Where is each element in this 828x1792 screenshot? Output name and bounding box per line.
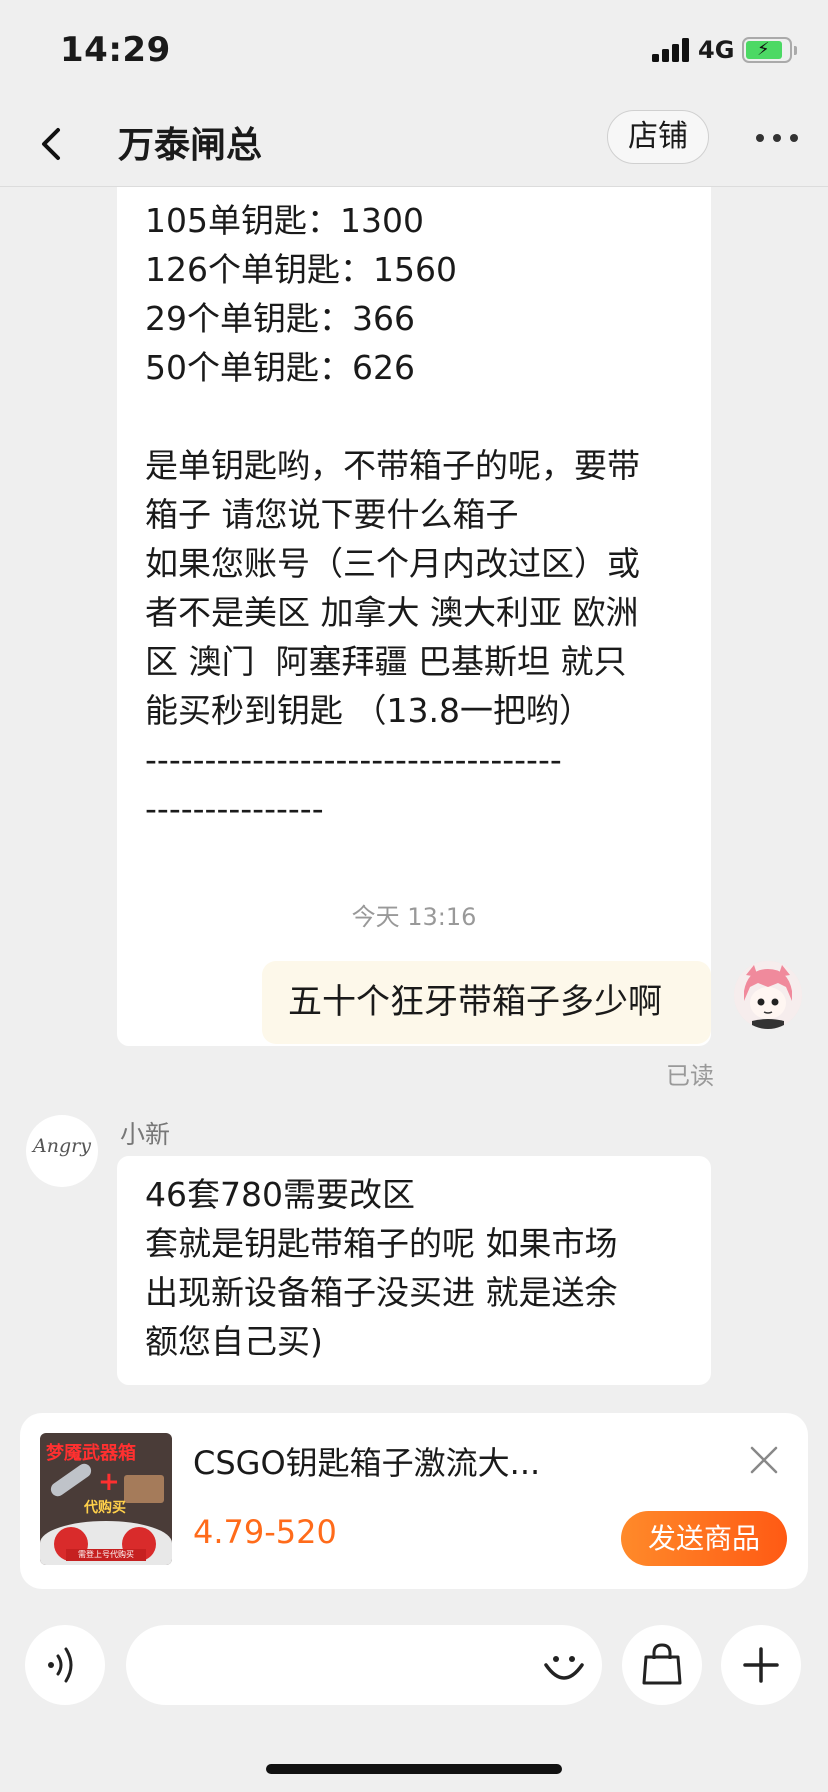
thumb-footer: 需登上号代购买	[66, 1549, 146, 1561]
voice-icon	[48, 1647, 73, 1683]
close-button[interactable]	[747, 1443, 781, 1477]
message-line: 如果您账号（三个月内改过区）或	[145, 544, 640, 583]
battery-icon: ⚡	[742, 37, 797, 63]
thumb-subtitle: 代购买	[84, 1500, 126, 1516]
shopping-bag-icon	[642, 1643, 682, 1685]
message-line: -----------------------------------	[145, 740, 562, 779]
product-card[interactable]: 梦魇武器箱 + 代购买 需登上号代购买 CSGO钥匙箱子激流大... 4.79-…	[20, 1413, 808, 1589]
chat-area[interactable]: 84个单钥匙：1040 105单钥匙：1300 126个单钥匙：1560 29个…	[0, 187, 828, 1393]
network-type: 4G	[698, 36, 735, 64]
message-line: 50个单钥匙：626	[145, 348, 415, 387]
message-line: 出现新设备箱子没买进 就是送余	[145, 1273, 618, 1312]
chat-timestamp: 今天 13:16	[351, 903, 477, 931]
message-line: 46套780需要改区	[145, 1175, 415, 1214]
more-button[interactable]	[752, 118, 802, 158]
emoji-button[interactable]	[524, 1625, 604, 1705]
product-thumbnail[interactable]: 梦魇武器箱 + 代购买 需登上号代购买	[40, 1433, 172, 1565]
input-bar	[0, 1621, 828, 1792]
message-line: 者不是美区 加拿大 澳大利亚 欧洲	[145, 593, 639, 632]
my-avatar[interactable]	[734, 961, 802, 1029]
more-options-button[interactable]	[721, 1625, 801, 1705]
message-line: 29个单钥匙：366	[145, 299, 415, 338]
anime-avatar-icon	[734, 961, 802, 1029]
send-product-button[interactable]: 发送商品	[621, 1511, 787, 1566]
close-icon	[750, 1446, 778, 1474]
status-time: 14:29	[60, 30, 171, 70]
page-title: 万泰闸总	[118, 125, 263, 166]
sender-name: 小新	[120, 1120, 171, 1149]
key-icon	[48, 1461, 94, 1499]
status-bar: 14:29 4G ⚡	[0, 0, 828, 100]
case-icon	[124, 1475, 164, 1503]
seller-reply-bubble: 46套780需要改区 套就是钥匙带箱子的呢 如果市场 出现新设备箱子没买进 就是…	[117, 1156, 711, 1385]
seller-avatar-text: Angry	[33, 1135, 91, 1157]
message-line: 区 澳门 阿塞拜疆 巴基斯坦 就只	[145, 642, 627, 681]
thumb-title: 梦魇武器箱	[46, 1443, 136, 1464]
message-line: 126个单钥匙：1560	[145, 250, 457, 289]
product-title[interactable]: CSGO钥匙箱子激流大...	[193, 1438, 540, 1484]
message-line: 套就是钥匙带箱子的呢 如果市场	[145, 1224, 618, 1263]
signal-icon	[652, 38, 692, 62]
emoji-icon	[544, 1656, 584, 1680]
product-price: 4.79-520	[193, 1513, 337, 1551]
shop-bag-button[interactable]	[622, 1625, 702, 1705]
home-indicator[interactable]	[266, 1764, 562, 1774]
message-line: ---------------	[145, 789, 324, 828]
thumb-plus-icon: +	[98, 1467, 120, 1497]
read-status: 已读	[666, 1062, 714, 1090]
message-line: 105单钥匙：1300	[145, 201, 424, 240]
message-line: 能买秒到钥匙 （13.8一把哟）	[145, 691, 592, 730]
chevron-left-icon	[42, 128, 60, 160]
seller-avatar[interactable]: Angry	[26, 1115, 98, 1187]
message-line: 84个单钥匙：1040	[145, 187, 683, 196]
message-line	[145, 392, 683, 441]
message-line: 额您自己买)	[145, 1322, 323, 1361]
nav-bar: 万泰闸总 店铺	[0, 100, 828, 187]
product-panel: 梦魇武器箱 + 代购买 需登上号代购买 CSGO钥匙箱子激流大... 4.79-…	[0, 1393, 828, 1621]
shop-button[interactable]: 店铺	[607, 110, 709, 164]
message-line: 是单钥匙哟，不带箱子的呢，要带	[145, 446, 640, 485]
plus-icon	[743, 1647, 779, 1683]
message-line: 箱子 请您说下要什么箱子	[145, 495, 519, 534]
voice-button[interactable]	[25, 1625, 105, 1705]
back-button[interactable]	[28, 120, 76, 168]
my-message-bubble: 五十个狂牙带箱子多少啊	[262, 961, 711, 1044]
more-dots-icon	[756, 134, 798, 142]
